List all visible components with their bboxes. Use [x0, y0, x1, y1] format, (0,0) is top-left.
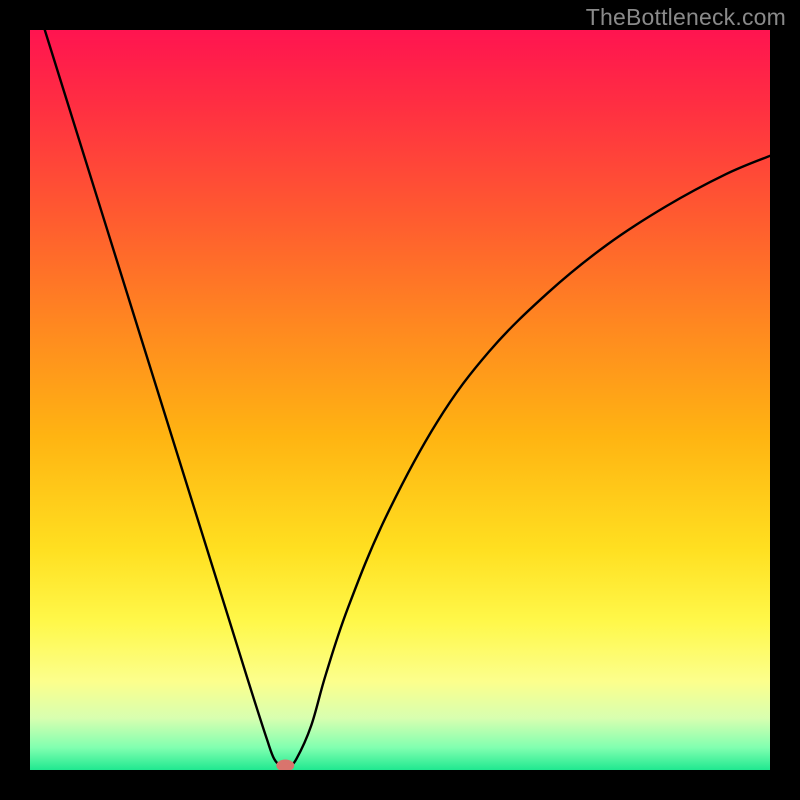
gradient-background — [30, 30, 770, 770]
chart-svg — [30, 30, 770, 770]
plot-area — [30, 30, 770, 770]
watermark-text: TheBottleneck.com — [586, 4, 786, 31]
chart-frame: TheBottleneck.com — [0, 0, 800, 800]
